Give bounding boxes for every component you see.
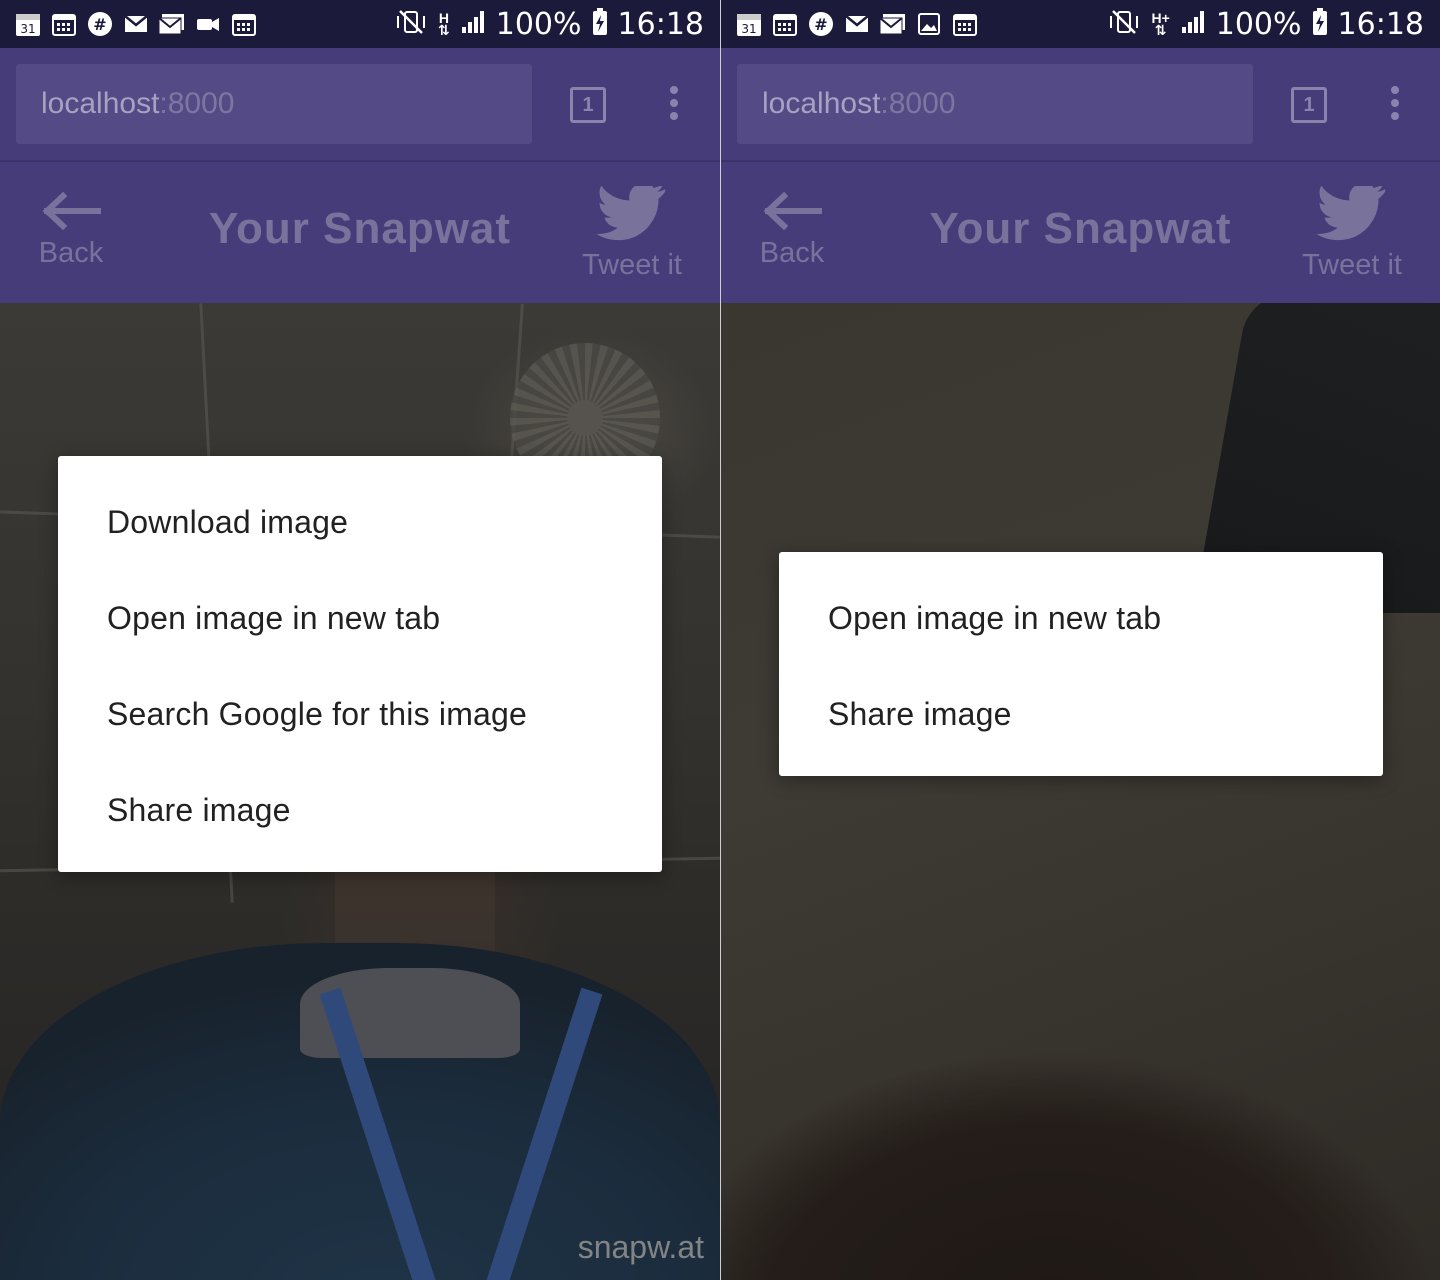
clock: 16:18	[1337, 6, 1424, 42]
battery-charging-icon	[1312, 7, 1328, 41]
url-port: :8000	[159, 87, 235, 120]
menu-item-share-image[interactable]: Share image	[58, 762, 662, 858]
calendar-grid-icon	[951, 10, 979, 38]
back-label: Back	[759, 237, 825, 269]
menu-item-open-in-new-tab[interactable]: Open image in new tab	[779, 570, 1383, 666]
tab-switcher-button[interactable]: 1	[1291, 87, 1327, 123]
back-button[interactable]: Back	[757, 191, 827, 270]
video-icon	[194, 10, 222, 38]
url-bar[interactable]: localhost:8000	[737, 64, 1253, 144]
calendar-grid-icon	[50, 10, 78, 38]
battery-charging-icon	[592, 7, 608, 41]
notification-icons: 31 #	[14, 10, 258, 38]
image-context-menu: Download image Open image in new tab Sea…	[58, 456, 662, 872]
signal-icon	[1180, 9, 1206, 40]
back-arrow-icon	[763, 191, 823, 231]
network-type-icon: H+ ⇅	[1151, 10, 1170, 38]
left-screenshot: 31 # H ⇅ 100% 16:18 localhost:8000 1 Ba…	[0, 0, 720, 1280]
url-host: localhost	[762, 87, 881, 120]
menu-item-search-google[interactable]: Search Google for this image	[58, 666, 662, 762]
url-bar[interactable]: localhost:8000	[16, 64, 532, 144]
signal-icon	[460, 9, 486, 40]
right-screenshot: 31 # H+ ⇅ 100% 16:18 localhost:8000 1 B…	[721, 0, 1440, 1280]
tweet-label: Tweet it	[582, 249, 682, 281]
captured-photo[interactable]	[721, 303, 1440, 1280]
back-button[interactable]: Back	[36, 191, 106, 270]
ceiling-vent-center	[567, 400, 603, 436]
tweet-button[interactable]: Tweet it	[582, 183, 682, 282]
watermark: snapw.at	[577, 1229, 704, 1265]
svg-text:31: 31	[20, 22, 35, 36]
tab-switcher-button[interactable]: 1	[570, 87, 606, 123]
slack-icon: #	[807, 10, 835, 38]
svg-text:#: #	[93, 15, 106, 34]
tweet-label: Tweet it	[1302, 249, 1402, 281]
back-label: Back	[38, 237, 104, 269]
page-title: Your Snapwat	[208, 204, 512, 253]
app-header: Back Your Snapwat Tweet it	[0, 162, 720, 303]
calendar-icon: 31	[14, 10, 42, 38]
svg-text:31: 31	[741, 22, 756, 36]
page-title: Your Snapwat	[929, 204, 1232, 253]
slack-icon: #	[86, 10, 114, 38]
battery-percent: 100%	[495, 6, 582, 42]
back-arrow-icon	[42, 191, 102, 231]
url-host: localhost	[41, 87, 160, 120]
overflow-menu-icon[interactable]	[1385, 86, 1405, 126]
network-type-icon: H ⇅	[438, 10, 450, 38]
notification-icons: 31 #	[735, 10, 979, 38]
calendar-grid-icon	[230, 10, 258, 38]
browser-toolbar: localhost:8000 1	[0, 48, 720, 162]
status-bar: 31 # H+ ⇅ 100% 16:18	[721, 0, 1440, 48]
mute-icon	[1107, 8, 1141, 41]
inbox-icon	[879, 10, 907, 38]
image-icon	[915, 10, 943, 38]
calendar-icon: 31	[735, 10, 763, 38]
url-port: :8000	[880, 87, 956, 120]
menu-item-open-in-new-tab[interactable]: Open image in new tab	[58, 570, 662, 666]
mute-icon	[394, 8, 428, 41]
twitter-bird-icon	[596, 183, 666, 241]
svg-text:#: #	[814, 15, 827, 34]
twitter-bird-icon	[1316, 183, 1386, 241]
calendar-grid-icon	[771, 10, 799, 38]
app-header: Back Your Snapwat Tweet it	[721, 162, 1440, 303]
menu-item-share-image[interactable]: Share image	[779, 666, 1383, 762]
image-context-menu: Open image in new tab Share image	[779, 552, 1383, 776]
inbox-icon	[158, 10, 186, 38]
clock: 16:18	[617, 6, 704, 42]
overflow-menu-icon[interactable]	[664, 86, 684, 126]
status-bar: 31 # H ⇅ 100% 16:18	[0, 0, 720, 48]
gmail-icon	[122, 10, 150, 38]
tweet-button[interactable]: Tweet it	[1302, 183, 1402, 282]
gmail-icon	[843, 10, 871, 38]
menu-item-download-image[interactable]: Download image	[58, 474, 662, 570]
battery-percent: 100%	[1215, 6, 1302, 42]
system-status: H+ ⇅ 100% 16:18	[1107, 4, 1424, 44]
system-status: H ⇅ 100% 16:18	[394, 4, 704, 44]
browser-toolbar: localhost:8000 1	[721, 48, 1440, 162]
